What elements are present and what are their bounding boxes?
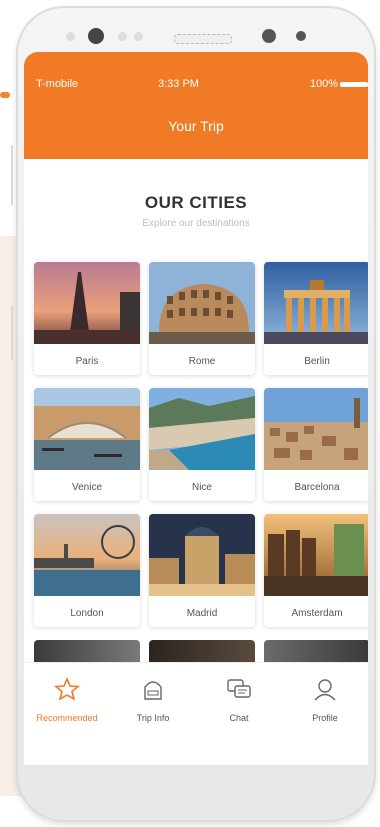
background-accent [0,92,10,98]
amsterdam-image [264,514,368,596]
barcelona-image [264,388,368,470]
city-name: Venice [71,482,103,493]
section-heading: OUR CITIES [144,193,248,212]
proximity-sensor-icon [296,31,306,41]
london-image [34,514,140,596]
nice-image [149,388,255,470]
app-header: T-mobile 3:33 PM 100% Your Trip [24,52,368,159]
battery-icon [340,82,368,87]
phone-bottom-bezel [24,765,368,813]
app-screen: T-mobile 3:33 PM 100% Your Trip OUR CITI… [24,52,368,765]
city-name: Amsterdam [291,608,343,619]
bezel-dot [118,32,127,41]
tab-chat[interactable]: Chat [196,663,282,743]
tab-bar: Recommended Trip Info Chat Profile [24,662,368,743]
speaker-grille [174,34,232,44]
city-name: Nice [191,482,212,493]
rome-image [149,262,255,344]
city-card-amsterdam[interactable]: Amsterdam [264,514,368,627]
tab-trip-info[interactable]: Trip Info [110,663,196,743]
city-name: Rome [188,356,216,367]
city-name: Barcelona [294,482,340,493]
paris-image [34,262,140,344]
battery-percent: 100% [309,78,338,90]
tab-label: Chat [229,713,249,723]
carrier-label: T-mobile [36,78,79,90]
venice-image [34,388,140,470]
city-name: London [70,608,104,619]
city-card-nice[interactable]: Nice [149,388,255,501]
bezel-dot [134,32,143,41]
city-card-london[interactable]: London [34,514,140,627]
tab-recommended[interactable]: Recommended [24,663,110,743]
tab-label: Trip Info [136,713,170,723]
status-bar: T-mobile 3:33 PM 100% [24,78,368,94]
tab-profile[interactable]: Profile [282,663,368,743]
camera-icon [88,28,104,44]
city-card-berlin[interactable]: Berlin [264,262,368,375]
madrid-image [149,514,255,596]
chat-icon [227,679,251,698]
tab-label: Profile [312,713,338,723]
city-card-venice[interactable]: Venice [34,388,140,501]
phone-top-bezel [16,24,376,54]
background-line [11,145,13,205]
city-name: Berlin [304,356,330,367]
city-card-barcelona[interactable]: Barcelona [264,388,368,501]
page-title: Your Trip [168,118,224,134]
berlin-image [264,262,368,344]
profile-icon [314,679,336,701]
bag-icon [144,681,162,700]
city-name: Paris [75,356,99,367]
tab-label: Recommended [36,713,98,723]
clock: 3:33 PM [158,78,199,90]
city-card-madrid[interactable]: Madrid [149,514,255,627]
sensor-icon [262,29,276,43]
background-line [11,305,13,360]
star-icon [53,676,81,701]
section-subheading: Explore our destinations [142,218,250,229]
city-card-rome[interactable]: Rome [149,262,255,375]
city-card-paris[interactable]: Paris [34,262,140,375]
city-name: Madrid [186,608,218,619]
bezel-dot [66,32,75,41]
